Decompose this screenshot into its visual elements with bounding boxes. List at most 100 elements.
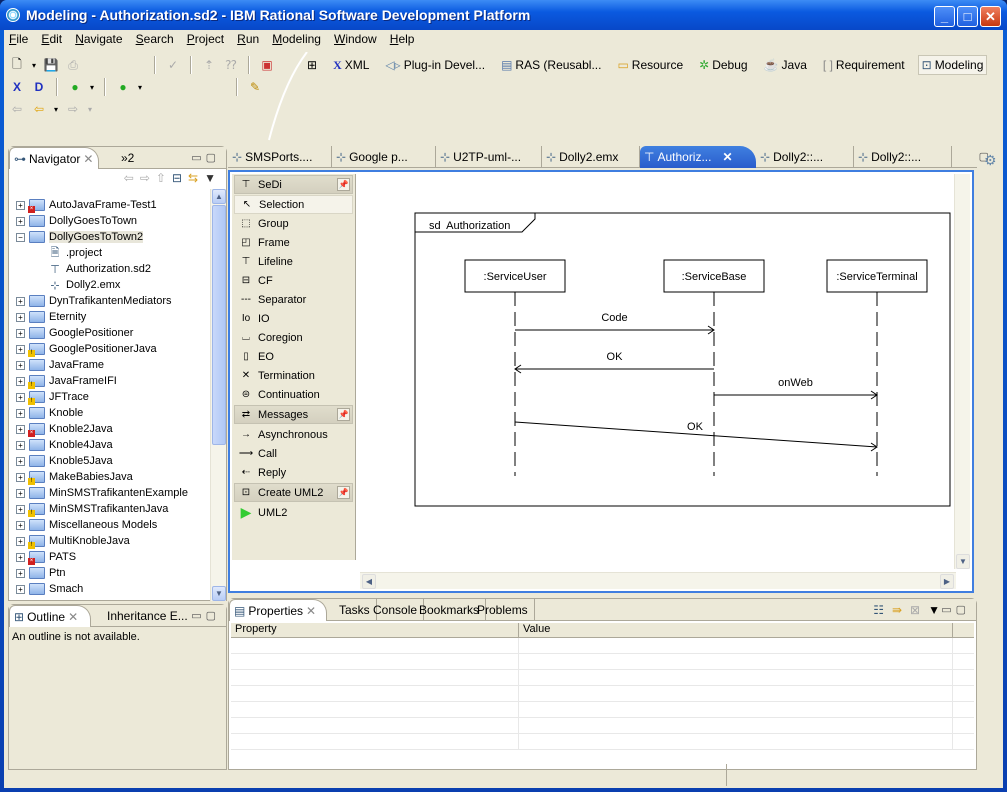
close-tab-icon[interactable]: ✕ [306,604,316,621]
tree-item[interactable]: + Eternity [13,309,213,325]
navigator-tab[interactable]: ⊶ Navigator ✕ [9,147,99,169]
tree-item[interactable]: +! MinSMSTrafikantenJava [13,501,213,517]
back-icon[interactable]: ⇦ [124,171,134,185]
editor-tab[interactable]: ⊹ Dolly2.emx [542,146,640,168]
scroll-left-button[interactable]: ◀ [362,574,376,589]
expand-toggle-icon[interactable]: + [16,200,25,210]
perspective-modeling[interactable]: ⊡ Modeling [917,55,988,75]
view-minmax-buttons[interactable]: ▭▢ [191,609,220,622]
palette-tool[interactable]: ✕ Termination [232,366,355,385]
expand-toggle-icon[interactable]: + [16,296,25,306]
minimize-button[interactable]: _ [934,6,955,27]
palette-tool[interactable]: ⟶ Call [232,444,355,463]
expand-toggle-icon[interactable]: + [16,328,25,338]
pin-icon[interactable]: 📌 [337,486,350,499]
close-tab-icon[interactable]: ✕ [83,152,93,169]
canvas-vscrollbar[interactable]: ▼ [954,174,970,569]
run-external-icon[interactable]: ● [66,78,84,96]
expand-toggle-icon[interactable]: + [16,376,25,386]
fast-view-icon[interactable]: ⚙ [984,152,997,169]
tree-item[interactable]: + Knoble4Java [13,437,213,453]
canvas-hscrollbar[interactable]: ◀ ▶ [360,572,956,589]
editor-tab[interactable]: ⊹ Dolly2::... [756,146,854,168]
expand-toggle-icon[interactable]: + [16,216,25,226]
palette-tool[interactable]: ▶ UML2 [232,503,355,522]
close-tab-icon[interactable]: ✕ [722,150,732,168]
tree-item[interactable]: + Knoble [13,405,213,421]
tree-item[interactable]: +! MakeBabiesJava [13,469,213,485]
save-icon[interactable]: 💾 [42,56,60,74]
palette-tool[interactable]: ↖ Selection [234,195,353,214]
menu-run[interactable]: Run [232,30,264,46]
tree-item[interactable]: +! GooglePositionerJava [13,341,213,357]
tree-item[interactable]: + GooglePositioner [13,325,213,341]
close-tab-icon[interactable]: ✕ [68,610,78,627]
view-minmax-buttons[interactable]: ▭▢ [941,603,970,616]
navigator-scrollbar[interactable]: ▲ ▼ [210,189,226,601]
view-menu-icon[interactable]: ▼ [928,603,940,617]
editor-tab[interactable]: ⊹ U2TP-uml-... [436,146,542,168]
print-icon[interactable]: ⎙ [64,56,82,74]
expand-toggle-icon[interactable]: + [16,312,25,322]
menu-search[interactable]: Search [131,30,179,46]
menu-edit[interactable]: Edit [36,30,67,46]
forward-icon[interactable]: ⇨ [140,171,150,185]
expand-toggle-icon[interactable]: + [16,440,25,450]
view-menu-icon[interactable]: ▼ [204,171,216,185]
validate-icon[interactable]: ✓ [164,56,182,74]
menu-project[interactable]: Project [182,30,229,46]
editor-tab[interactable]: ⊹ Google p... [332,146,436,168]
collapse-toggle-icon[interactable]: − [16,232,25,242]
expand-toggle-icon[interactable]: + [16,488,25,498]
view-minmax-buttons[interactable]: ▭▢ [191,151,220,164]
pin-icon[interactable]: 📌 [337,178,350,191]
navigate-up-icon[interactable]: ⇡ [200,56,218,74]
back-icon[interactable]: ⇦ [30,100,48,118]
palette-drawer[interactable]: ⊡ Create UML2 📌 [234,483,353,502]
run-icon[interactable]: ● [114,78,132,96]
tree-item[interactable]: + × Knoble2Java [13,421,213,437]
tree-item[interactable]: + DollyGoesToTown [13,213,213,229]
outline-tab[interactable]: ⊞ Outline ✕ [9,605,91,627]
expand-toggle-icon[interactable]: + [16,536,25,546]
palette-drawer[interactable]: ⊤ SeDi 📌 [234,175,353,194]
perspective-plugin[interactable]: ◁▹ Plug-in Devel... [382,56,488,74]
help-query-icon[interactable]: ⁇ [222,56,240,74]
run-dropdown-icon[interactable]: ▾ [136,78,144,96]
perspective-resource[interactable]: ▭ Resource [614,56,686,74]
show-advanced-icon[interactable]: ⇛ [892,603,902,617]
back-dropdown-icon[interactable]: ▾ [52,100,60,118]
perspective-requirement[interactable]: [ ] Requirement [820,56,908,74]
palette-tool[interactable]: --- Separator [232,290,355,309]
tree-item[interactable]: + Smach [13,581,213,597]
maximize-button[interactable]: □ [957,6,978,27]
expand-toggle-icon[interactable]: + [16,424,25,434]
tree-item[interactable]: + MinSMSTrafikantenExample [13,485,213,501]
menu-help[interactable]: Help [385,30,420,46]
column-header-property[interactable]: Property [231,623,519,637]
expand-toggle-icon[interactable]: + [16,408,25,418]
tree-item[interactable]: +! MultiKnobleJava [13,533,213,549]
expand-toggle-icon[interactable]: + [16,584,25,594]
tree-item[interactable]: + JavaFrame [13,357,213,373]
tree-item[interactable]: + Ptn [13,565,213,581]
problems-tab[interactable]: Problems [473,599,535,621]
palette-drawer[interactable]: ⇄ Messages 📌 [234,405,353,424]
tree-item[interactable]: +! JavaFrameIFI [13,373,213,389]
run-external-dropdown-icon[interactable]: ▾ [88,78,96,96]
expand-toggle-icon[interactable]: + [16,504,25,514]
expand-toggle-icon[interactable]: + [16,392,25,402]
diagram-canvas[interactable]: sd Authorization:ServiceUser:ServiceBase… [360,174,972,572]
perspective-xml[interactable]: X XML [330,56,372,75]
scroll-down-button[interactable]: ▼ [956,554,970,569]
palette-tool[interactable]: Io IO [232,309,355,328]
close-button[interactable]: ✕ [980,6,1001,27]
palette-tool[interactable]: ◰ Frame [232,233,355,252]
title-bar[interactable]: Modeling - Authorization.sd2 - IBM Ratio… [0,0,1007,30]
palette-tool[interactable]: ⊟ CF [232,271,355,290]
expand-toggle-icon[interactable]: + [16,344,25,354]
scroll-right-button[interactable]: ▶ [940,574,954,589]
expand-toggle-icon[interactable]: + [16,456,25,466]
tree-item[interactable]: − DollyGoesToTown2 [13,229,213,245]
pin-icon[interactable]: 📌 [337,408,350,421]
